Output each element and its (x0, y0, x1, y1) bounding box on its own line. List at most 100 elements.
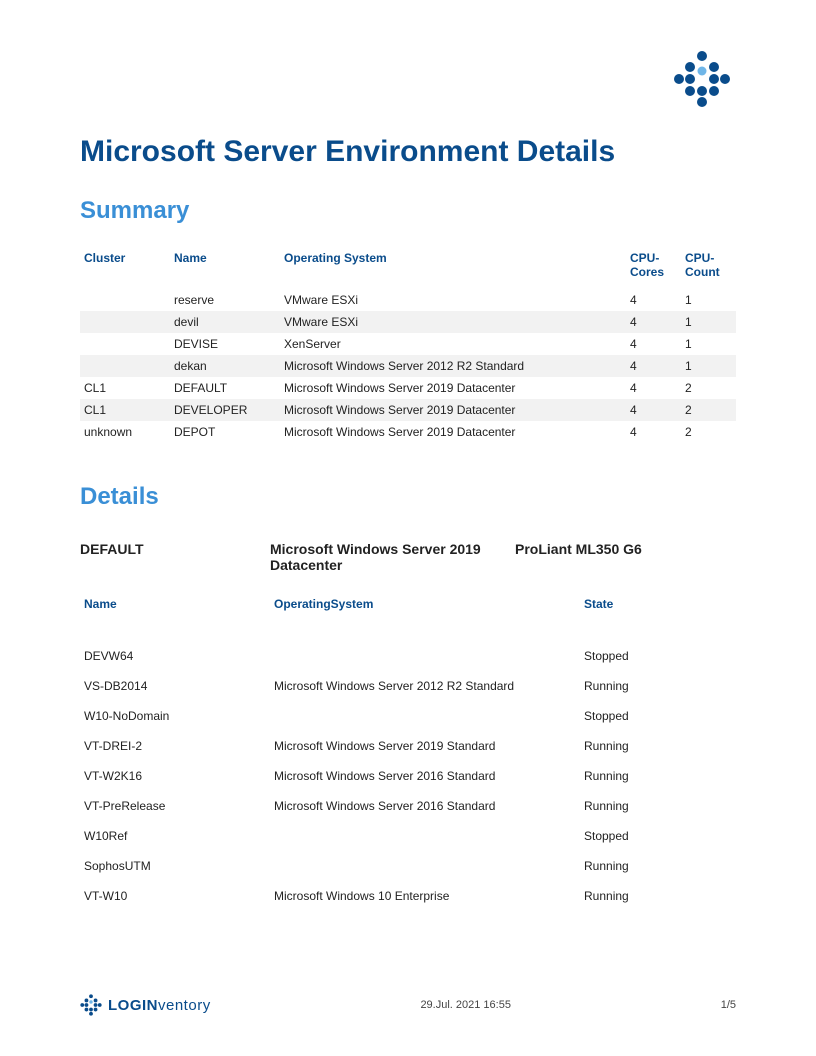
table-cell: 4 (626, 399, 681, 421)
table-cell: CL1 (80, 399, 170, 421)
table-cell: 1 (681, 355, 736, 377)
table-cell: Microsoft Windows Server 2012 R2 Standar… (280, 355, 626, 377)
footer-page-number: 1/5 (721, 999, 736, 1011)
table-cell: DEVW64 (80, 641, 270, 671)
section-details-heading: Details (80, 483, 736, 511)
table-cell: reserve (170, 289, 280, 311)
table-cell: Running (580, 731, 736, 761)
table-row: CL1DEVELOPERMicrosoft Windows Server 201… (80, 399, 736, 421)
page-title: Microsoft Server Environment Details (80, 135, 736, 169)
table-cell: Microsoft Windows Server 2016 Standard (270, 791, 580, 821)
table-cell: VMware ESXi (280, 289, 626, 311)
col-header-vm-state: State (580, 591, 736, 641)
table-cell: Stopped (580, 821, 736, 851)
table-cell: devil (170, 311, 280, 333)
table-row: VS-DB2014Microsoft Windows Server 2012 R… (80, 671, 736, 701)
table-cell: Running (580, 761, 736, 791)
col-header-name: Name (170, 245, 280, 289)
table-cell: DEPOT (170, 421, 280, 443)
table-row: dekanMicrosoft Windows Server 2012 R2 St… (80, 355, 736, 377)
col-header-cluster: Cluster (80, 245, 170, 289)
page-footer: LOGINventory 29.Jul. 2021 16:55 1/5 (80, 994, 736, 1016)
table-cell (80, 333, 170, 355)
table-cell: Microsoft Windows Server 2012 R2 Standar… (270, 671, 580, 701)
table-cell: 1 (681, 333, 736, 355)
table-row: VT-PreReleaseMicrosoft Windows Server 20… (80, 791, 736, 821)
table-cell (270, 701, 580, 731)
table-cell: Running (580, 791, 736, 821)
table-row: VT-W10Microsoft Windows 10 EnterpriseRun… (80, 881, 736, 911)
table-cell: 4 (626, 377, 681, 399)
table-cell: Microsoft Windows Server 2019 Datacenter (280, 399, 626, 421)
table-cell (270, 641, 580, 671)
details-table: Name OperatingSystem State DEVW64 Stopped… (80, 591, 736, 911)
brand-logo-small-icon (80, 994, 102, 1016)
table-row: unknownDEPOTMicrosoft Windows Server 201… (80, 421, 736, 443)
col-header-cpu-count: CPU-Count (681, 245, 736, 289)
table-cell: Stopped (580, 641, 736, 671)
table-row: W10Ref Stopped (80, 821, 736, 851)
table-row: CL1DEFAULTMicrosoft Windows Server 2019 … (80, 377, 736, 399)
footer-timestamp: 29.Jul. 2021 16:55 (420, 999, 511, 1011)
summary-table: Cluster Name Operating System CPU-Cores … (80, 245, 736, 443)
details-host-model: ProLiant ML350 G6 (515, 541, 736, 573)
footer-brand-1: LOGIN (108, 997, 158, 1014)
table-cell (80, 289, 170, 311)
table-cell (270, 851, 580, 881)
table-cell: VMware ESXi (280, 311, 626, 333)
table-cell: 2 (681, 421, 736, 443)
table-cell: DEVISE (170, 333, 280, 355)
table-cell: XenServer (280, 333, 626, 355)
table-cell: Running (580, 851, 736, 881)
table-row: reserveVMware ESXi41 (80, 289, 736, 311)
table-row: VT-W2K16Microsoft Windows Server 2016 St… (80, 761, 736, 791)
table-cell: 4 (626, 421, 681, 443)
details-host-os: Microsoft Windows Server 2019 Datacenter (270, 541, 515, 573)
table-cell (270, 821, 580, 851)
table-row: DEVISEXenServer41 (80, 333, 736, 355)
table-cell: 1 (681, 289, 736, 311)
table-row: DEVW64 Stopped (80, 641, 736, 671)
table-cell: VT-W2K16 (80, 761, 270, 791)
section-summary-heading: Summary (80, 197, 736, 225)
col-header-vm-os: OperatingSystem (270, 591, 580, 641)
table-cell: VS-DB2014 (80, 671, 270, 701)
table-cell: 1 (681, 311, 736, 333)
table-cell: dekan (170, 355, 280, 377)
table-cell: Stopped (580, 701, 736, 731)
table-cell: Microsoft Windows Server 2019 Datacenter (280, 377, 626, 399)
table-cell: SophosUTM (80, 851, 270, 881)
table-cell: 4 (626, 311, 681, 333)
table-cell: Running (580, 671, 736, 701)
table-cell: 4 (626, 333, 681, 355)
table-cell: unknown (80, 421, 170, 443)
table-cell: W10-NoDomain (80, 701, 270, 731)
brand-logo-icon (673, 50, 731, 113)
col-header-os: Operating System (280, 245, 626, 289)
footer-brand-2: ventory (158, 997, 211, 1014)
table-cell: Microsoft Windows 10 Enterprise (270, 881, 580, 911)
table-cell: Microsoft Windows Server 2019 Standard (270, 731, 580, 761)
details-host-header: DEFAULT Microsoft Windows Server 2019 Da… (80, 541, 736, 573)
table-row: SophosUTM Running (80, 851, 736, 881)
table-cell: 2 (681, 377, 736, 399)
table-row: W10-NoDomain Stopped (80, 701, 736, 731)
table-cell: W10Ref (80, 821, 270, 851)
table-row: devilVMware ESXi41 (80, 311, 736, 333)
col-header-cpu-cores: CPU-Cores (626, 245, 681, 289)
table-cell (80, 311, 170, 333)
table-cell: VT-DREI-2 (80, 731, 270, 761)
col-header-vm-name: Name (80, 591, 270, 641)
table-cell: 4 (626, 355, 681, 377)
table-cell: Running (580, 881, 736, 911)
table-row: VT-DREI-2Microsoft Windows Server 2019 S… (80, 731, 736, 761)
footer-brand: LOGINventory (80, 994, 211, 1016)
table-cell: DEFAULT (170, 377, 280, 399)
table-cell: DEVELOPER (170, 399, 280, 421)
table-cell: VT-PreRelease (80, 791, 270, 821)
table-cell: CL1 (80, 377, 170, 399)
details-host-name: DEFAULT (80, 541, 270, 573)
table-cell: Microsoft Windows Server 2016 Standard (270, 761, 580, 791)
table-cell: 4 (626, 289, 681, 311)
table-cell: VT-W10 (80, 881, 270, 911)
